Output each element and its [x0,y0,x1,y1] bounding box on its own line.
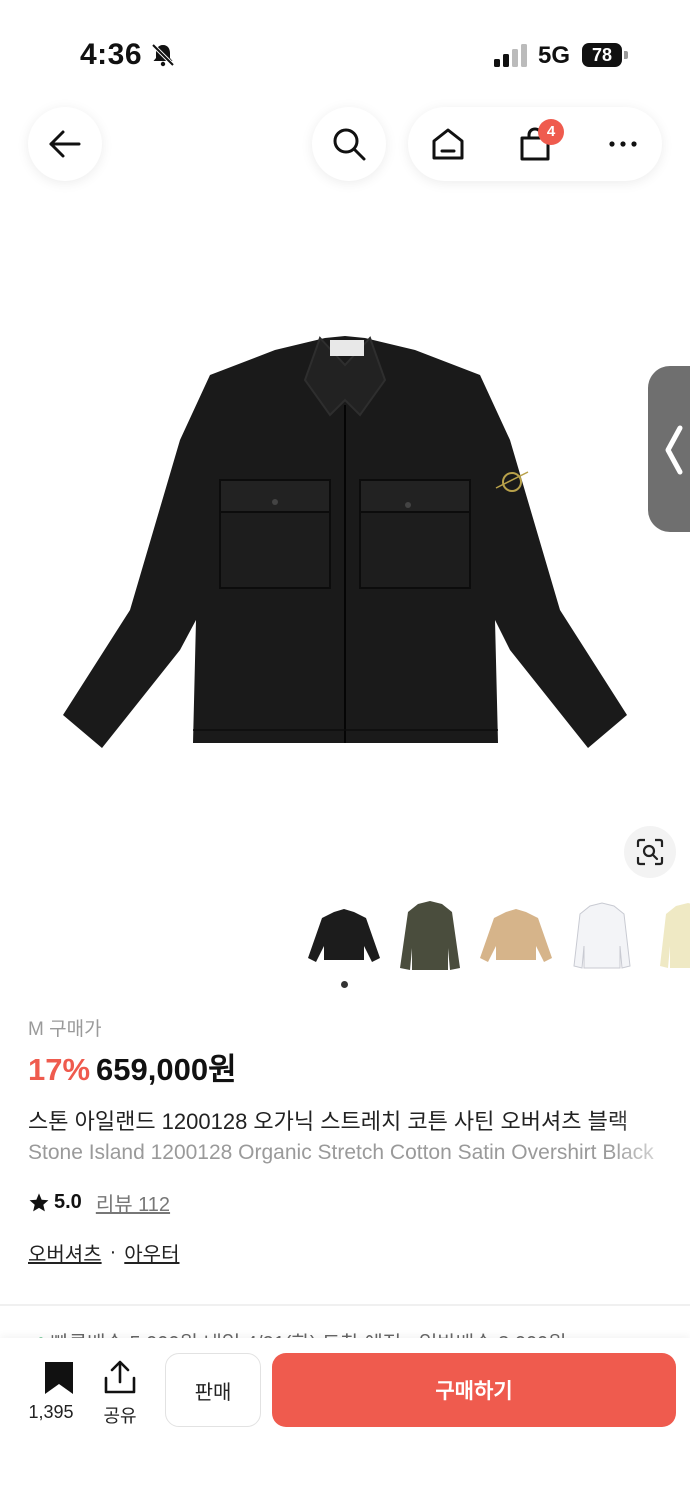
category-link-outer[interactable]: 아우터 [124,1238,179,1267]
cart-button[interactable] [498,107,572,181]
product-image[interactable] [40,320,650,760]
star-icon [29,1192,49,1211]
sell-button[interactable]: 판매 [165,1353,261,1427]
bookmark-icon [45,1362,73,1394]
arrow-left-icon [49,130,81,158]
category-link-overshirt[interactable]: 오버셔츠 [28,1238,102,1267]
search-button[interactable] [312,107,386,181]
status-time: 4:36 [80,38,143,71]
category-row: 오버셔츠 · 아우터 [28,1238,179,1267]
price: 659,000원 [96,1052,237,1087]
share-icon [104,1360,136,1394]
color-thumbnails [306,898,690,974]
battery-level: 78 [591,45,613,65]
more-button[interactable] [586,107,660,181]
search-icon [333,128,366,161]
network-type: 5G [538,42,571,69]
visual-search-button[interactable] [624,826,676,878]
page-indicator-dot [341,981,348,988]
home-icon [432,128,464,160]
category-separator: · [109,1241,117,1263]
share-label: 공유 [103,1406,137,1426]
buy-button[interactable]: 구매하기 [272,1353,676,1427]
product-title-english: Stone Island 1200128 Organic Stretch Cot… [28,1141,654,1164]
bell-muted-icon [151,43,175,67]
thumbnail-jacket-cream[interactable] [650,898,690,974]
nav-actions-group: 4 [408,107,662,181]
battery-icon: 78 [582,43,628,67]
back-button[interactable] [28,107,102,181]
rating-row: 5.0 리뷰 112 [28,1188,170,1217]
price-row: 17% 659,000원 [28,1044,237,1089]
signal-icon [494,44,527,67]
share-button[interactable] [96,1360,144,1401]
review-link[interactable]: 리뷰 112 [96,1188,170,1217]
bookmark-count: 1,395 [28,1402,74,1422]
product-title-korean: 스톤 아일랜드 1200128 오가닉 스트레치 코튼 사틴 오버셔츠 블랙 [28,1109,629,1134]
thumbnail-jacket-black[interactable] [306,898,382,974]
size-price-label: M 구매가 [28,1019,102,1040]
thumbnail-jacket-olive[interactable] [392,898,468,974]
rating-value: 5.0 [54,1191,82,1213]
lens-scan-icon [636,838,664,866]
chevron-left-icon [665,425,683,475]
home-button[interactable] [411,107,485,181]
more-dots-icon [609,141,637,147]
discount-rate: 17% [28,1052,91,1087]
cart-count-badge: 4 [538,119,564,145]
section-divider [0,1304,690,1306]
thumbnail-jacket-beige[interactable] [478,898,554,974]
thumbnail-jacket-white[interactable] [564,898,640,974]
side-panel-handle[interactable] [648,366,690,532]
bookmark-button[interactable] [22,1360,82,1401]
